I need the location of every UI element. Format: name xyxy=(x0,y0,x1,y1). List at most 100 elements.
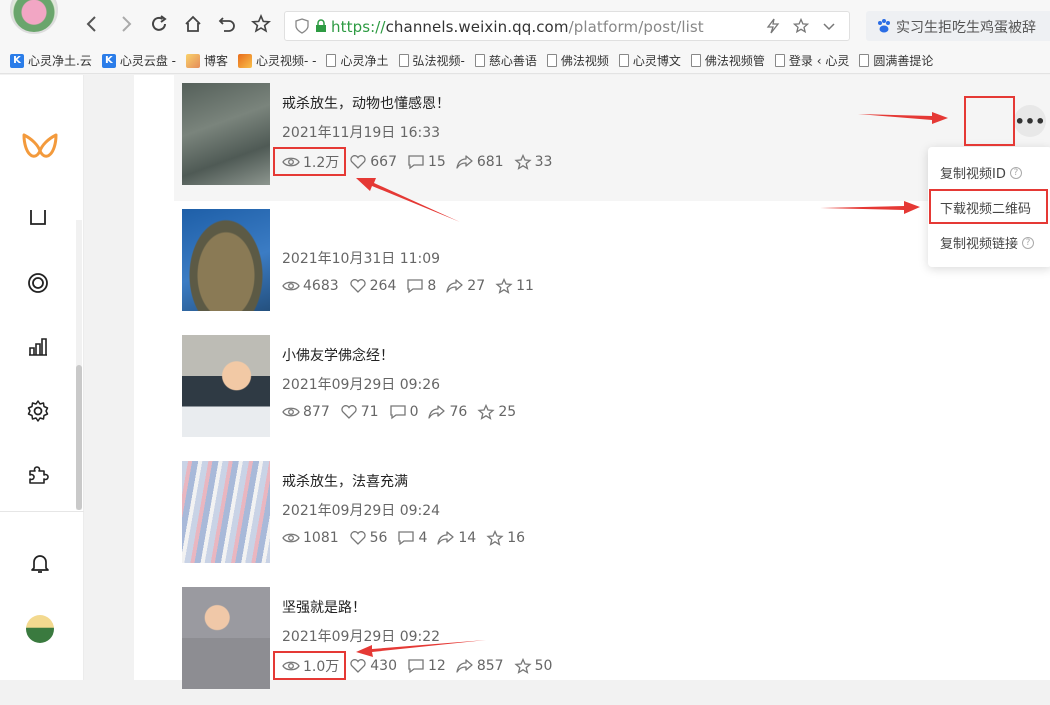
likes-stat: 71 xyxy=(340,404,379,420)
eye-icon xyxy=(282,157,300,167)
bookmark-label: 心灵净土 xyxy=(340,54,389,68)
post-date: 2021年09月29日 09:26 xyxy=(282,377,441,393)
heart-icon xyxy=(349,531,366,545)
views-count: 877 xyxy=(303,404,330,420)
copy-video-link-item[interactable]: 复制视频链接 ? xyxy=(940,233,1035,252)
url-text[interactable]: https://channels.weixin.qq.com/platform/… xyxy=(331,18,704,36)
bookmark-item[interactable]: K 心灵云盘 - xyxy=(101,52,176,69)
post-date: 2021年11月19日 16:33 xyxy=(282,125,441,141)
bookmark-item[interactable]: 弘法视频- xyxy=(398,52,465,69)
share-icon xyxy=(456,659,473,673)
favorites-stat: 33 xyxy=(513,154,552,170)
content-icon[interactable] xyxy=(26,210,50,226)
views-count: 1.2万 xyxy=(303,155,340,171)
favorites-stat: 16 xyxy=(486,530,525,546)
page-icon xyxy=(859,54,870,67)
bookmark-label: 弘法视频- xyxy=(412,54,465,68)
video-thumbnail[interactable] xyxy=(182,83,270,185)
help-icon[interactable]: ? xyxy=(1009,166,1022,179)
post-title: 小佛友学佛念经！ xyxy=(282,348,394,364)
favorites-stat: 50 xyxy=(513,658,552,674)
browser-profile-avatar[interactable] xyxy=(10,0,58,34)
k-icon: K xyxy=(101,53,116,68)
bell-icon[interactable] xyxy=(28,551,52,575)
search-box[interactable]: 实习生拒吃生鸡蛋被辞 xyxy=(866,11,1050,41)
comments-count: 8 xyxy=(427,278,437,294)
forward-icon[interactable] xyxy=(114,12,138,36)
favorites-stat: 11 xyxy=(495,278,534,294)
eye-icon xyxy=(282,281,300,291)
bookmark-item[interactable]: 慈心善语 xyxy=(474,52,537,69)
nav-scrollbar-thumb[interactable] xyxy=(76,365,82,510)
likes-count: 667 xyxy=(370,154,397,170)
post-row[interactable]: 戒杀放生，法喜充满 2021年09月29日 09:24 1081 56 4 14… xyxy=(174,453,1050,579)
share-icon xyxy=(456,155,473,169)
chevron-down-icon[interactable] xyxy=(821,18,837,34)
download-qrcode-item[interactable]: 下载视频二维码 xyxy=(940,198,1031,217)
page-icon xyxy=(618,54,629,67)
reload-icon[interactable] xyxy=(147,12,171,36)
video-thumbnail[interactable] xyxy=(182,461,270,563)
k-icon: K xyxy=(10,53,24,68)
bookmark-label: 心灵博文 xyxy=(632,54,681,68)
address-bar[interactable]: https://channels.weixin.qq.com/platform/… xyxy=(284,11,850,41)
share-icon xyxy=(437,531,455,545)
puzzle-icon[interactable] xyxy=(26,463,50,487)
bookmark-item[interactable]: 圆满善提论 xyxy=(859,52,933,69)
views-stat: 1.2万 xyxy=(282,152,339,172)
bookmark-label: 心灵净土.云 xyxy=(28,54,92,68)
lock-icon xyxy=(316,19,326,32)
undo-icon[interactable] xyxy=(215,12,239,36)
home-icon[interactable] xyxy=(181,12,205,36)
bookmark-item[interactable]: 佛法视频管 xyxy=(690,52,765,69)
more-options-button[interactable]: ••• xyxy=(1014,105,1046,137)
post-row[interactable]: 2021年10月31日 11:09 4683 264 8 27 11 xyxy=(174,201,1050,327)
star-bookmark-icon[interactable] xyxy=(249,12,273,36)
shares-stat: 27 xyxy=(446,278,485,294)
bookmark-item[interactable]: 佛法视频 xyxy=(546,52,609,69)
bookmark-label: 圆满善提论 xyxy=(873,54,934,68)
bar-chart-icon[interactable] xyxy=(26,335,50,359)
bookmark-item[interactable]: 博客 xyxy=(185,52,228,69)
video-thumbnail[interactable] xyxy=(182,335,270,437)
page-icon xyxy=(474,54,485,67)
post-row[interactable]: 小佛友学佛念经！ 2021年09月29日 09:26 877 71 0 76 2… xyxy=(174,327,1050,453)
favorite-star-icon[interactable] xyxy=(793,18,809,34)
shares-stat: 857 xyxy=(456,658,504,674)
target-icon[interactable] xyxy=(26,271,50,295)
star-icon xyxy=(486,530,504,546)
star-icon xyxy=(513,658,532,674)
back-icon[interactable] xyxy=(80,12,104,36)
bookmark-item[interactable]: 心灵视频- - xyxy=(238,52,316,69)
likes-count: 430 xyxy=(370,658,397,674)
heart-icon xyxy=(350,155,366,169)
lightning-icon[interactable] xyxy=(765,18,781,34)
heart-icon xyxy=(350,659,366,673)
baidu-paw-icon xyxy=(878,19,890,33)
views-stat: 4683 xyxy=(282,278,339,294)
shield-icon[interactable] xyxy=(295,18,309,34)
user-avatar[interactable] xyxy=(26,615,54,643)
help-icon[interactable]: ? xyxy=(1022,236,1035,249)
post-row[interactable]: 戒杀放生，动物也懂感恩！ 2021年11月19日 16:33 1.2万 667 … xyxy=(174,75,1050,201)
favorites-count: 11 xyxy=(516,278,534,294)
gear-icon[interactable] xyxy=(26,399,50,423)
post-date: 2021年10月31日 11:09 xyxy=(282,251,441,267)
likes-count: 264 xyxy=(369,278,397,294)
video-thumbnail[interactable] xyxy=(182,209,270,311)
channels-logo-icon xyxy=(22,133,58,158)
url-path: /platform/post/list xyxy=(568,18,704,36)
comments-count: 15 xyxy=(428,154,446,170)
post-list: 戒杀放生，动物也懂感恩！ 2021年11月19日 16:33 1.2万 667 … xyxy=(134,75,1050,689)
bookmark-item[interactable]: 登录 ‹ 心灵 xyxy=(774,52,849,69)
bookmark-item[interactable]: 心灵净土 xyxy=(326,52,389,69)
comments-stat: 8 xyxy=(406,278,436,294)
post-row[interactable]: 坚强就是路！ 2021年09月29日 09:22 1.0万 430 12 857… xyxy=(174,579,1050,705)
likes-stat: 56 xyxy=(349,530,387,546)
views-stat: 1081 xyxy=(282,530,339,546)
bookmark-item[interactable]: K 心灵净土.云 xyxy=(10,52,92,69)
copy-video-id-item[interactable]: 复制视频ID ? xyxy=(940,163,1022,182)
shares-count: 27 xyxy=(467,278,486,294)
bookmark-item[interactable]: 心灵博文 xyxy=(618,52,681,69)
video-thumbnail[interactable] xyxy=(182,587,270,689)
